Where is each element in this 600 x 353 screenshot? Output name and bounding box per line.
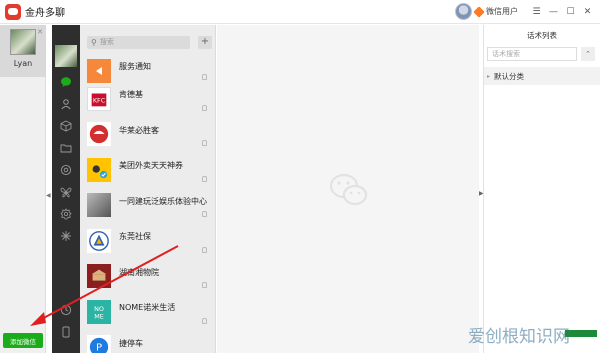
- svg-text:P: P: [96, 343, 102, 353]
- vip-diamond-icon: [473, 5, 485, 18]
- chat-item-nome[interactable]: NO ME NOME诺米生活: [80, 294, 215, 330]
- chat-name: 捷停车: [119, 338, 143, 348]
- chat-name: NOME诺米生活: [119, 303, 176, 313]
- chat-item-parking[interactable]: P 捷停车: [80, 330, 215, 353]
- collapse-arrow-icon[interactable]: ◀: [46, 192, 51, 199]
- mute-icon: [202, 175, 207, 182]
- nome-logo-icon: NO ME: [87, 299, 111, 324]
- add-chat-button[interactable]: +: [198, 35, 212, 49]
- mute-icon: [202, 74, 207, 80]
- phone-icon[interactable]: [59, 325, 73, 339]
- chat-name: 服务通知: [119, 62, 151, 71]
- phrase-search-row: 话术搜索 ⌃: [484, 47, 600, 61]
- parking-icon: P: [87, 335, 111, 353]
- chat-item-entertainment-center[interactable]: 一同建玩泛娱乐体验中心: [80, 188, 215, 224]
- expand-arrow-icon: ▸: [487, 72, 491, 80]
- collapse-up-icon[interactable]: ⌃: [581, 47, 595, 61]
- title-bar: 金舟多聊 微信用户 ☰ — ☐ ✕: [0, 0, 600, 24]
- meituan-icon: [87, 157, 111, 182]
- svg-text:KFC: KFC: [93, 96, 106, 104]
- wechat-logo-icon: [329, 173, 368, 206]
- pizza-hut-logo-icon: [87, 122, 111, 147]
- mute-icon: [202, 104, 207, 111]
- search-input[interactable]: ⚲ 搜索: [87, 35, 190, 49]
- account-avatar[interactable]: [10, 29, 36, 55]
- account-name: Lyan: [13, 59, 33, 68]
- watermark-bar: [565, 330, 597, 337]
- site-watermark: 爱创根知识网: [468, 327, 570, 347]
- phrase-category-item[interactable]: ▸ 默认分类: [484, 67, 600, 85]
- chat-item-kfc[interactable]: KFC 肯德基: [80, 81, 215, 117]
- mute-icon: [202, 140, 207, 146]
- chat-name: 湖南湘物院: [119, 267, 159, 277]
- mute-icon: [202, 246, 207, 253]
- mute-icon: [202, 317, 207, 324]
- chat-name: 华莱必胜客: [119, 125, 159, 135]
- chat-name: 一同建玩泛娱乐体验中心: [119, 196, 207, 206]
- phrase-panel-title: 话术列表: [527, 31, 557, 40]
- chat-item-meituan[interactable]: 美团外卖天天神券: [80, 152, 215, 188]
- kfc-logo-icon: KFC: [87, 86, 111, 111]
- search-placeholder: 搜索: [99, 38, 114, 46]
- app-window: 金舟多聊 微信用户 ☰ — ☐ ✕ Lyan ✕ 添加微信 ◀ ⚲ 搜索 + 服…: [0, 0, 600, 353]
- contacts-icon[interactable]: [59, 97, 73, 111]
- svg-text:ME: ME: [94, 312, 104, 320]
- chat-item-pizza-hut[interactable]: 华莱必胜客: [80, 117, 215, 153]
- cube-icon[interactable]: [59, 119, 73, 133]
- settings-gear-icon[interactable]: [59, 163, 73, 177]
- social-security-icon: [87, 228, 111, 253]
- gear-icon[interactable]: [59, 207, 73, 221]
- chat-item-service-notice[interactable]: 服务通知: [80, 59, 215, 83]
- folder-icon[interactable]: [59, 141, 73, 155]
- chat-name: 美团外卖天天神券: [119, 161, 183, 171]
- chat-icon[interactable]: [59, 75, 73, 89]
- close-button[interactable]: ✕: [579, 4, 596, 20]
- museum-icon: [87, 264, 111, 289]
- chat-name: 东莞社保: [119, 232, 151, 242]
- user-area[interactable]: 微信用户: [455, 3, 518, 20]
- chat-name: 肯德基: [119, 90, 143, 100]
- user-avatar[interactable]: [455, 3, 472, 20]
- rail-avatar[interactable]: [55, 45, 77, 67]
- search-icon: ⚲: [91, 37, 97, 47]
- account-close-icon[interactable]: ✕: [37, 28, 43, 36]
- chat-list: ⚲ 搜索 + 服务通知 KFC 肯德基 华莱必胜客 美团外卖天天神券 一同建玩泛…: [80, 25, 216, 353]
- service-notice-icon: [87, 59, 111, 83]
- star-icon[interactable]: [59, 229, 73, 243]
- app-logo-icon: [5, 3, 21, 20]
- menu-button[interactable]: ☰: [528, 4, 545, 20]
- account-column: Lyan ✕ 添加微信: [0, 25, 46, 353]
- minimize-button[interactable]: —: [545, 4, 562, 20]
- phrase-search-input[interactable]: 话术搜索: [487, 47, 577, 61]
- butterfly-icon[interactable]: [59, 185, 73, 199]
- chat-item-social-security[interactable]: 东莞社保: [80, 223, 215, 259]
- user-name[interactable]: 微信用户: [486, 6, 518, 17]
- avatar-photo-icon: [87, 193, 111, 218]
- nav-rail: [52, 25, 80, 353]
- history-icon[interactable]: [59, 303, 73, 317]
- maximize-button[interactable]: ☐: [562, 4, 579, 20]
- chat-item-museum[interactable]: 湖南湘物院: [80, 259, 215, 295]
- mute-icon: [202, 282, 207, 288]
- search-row: ⚲ 搜索 +: [80, 25, 215, 59]
- mute-icon: [202, 211, 207, 217]
- app-title: 金舟多聊: [25, 8, 65, 19]
- account-card[interactable]: Lyan ✕: [0, 25, 46, 77]
- add-wechat-button[interactable]: 添加微信: [3, 333, 43, 348]
- chat-area: [217, 25, 479, 353]
- window-controls: ☰ — ☐ ✕: [528, 4, 596, 20]
- category-label: 默认分类: [494, 71, 525, 81]
- phrase-panel: 话术列表 话术搜索 ⌃ ▸ 默认分类: [483, 25, 600, 353]
